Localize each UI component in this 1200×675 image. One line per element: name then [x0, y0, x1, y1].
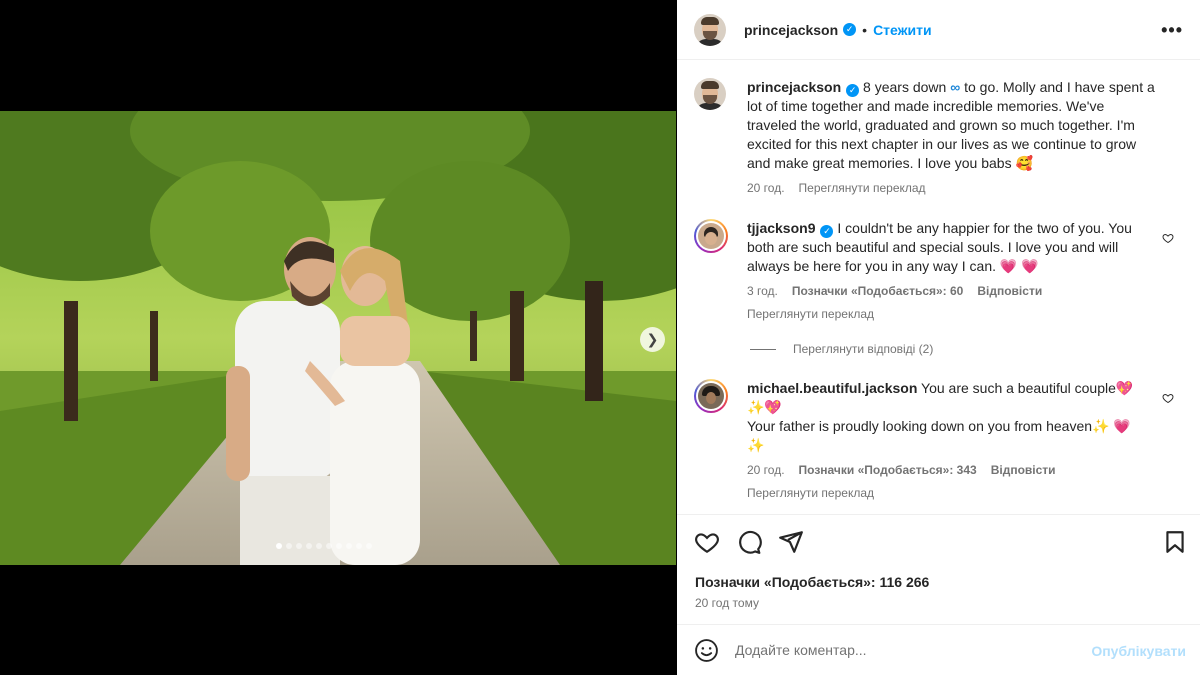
post-media: ❯ [0, 0, 676, 675]
comment-text: You are such a beautiful couple [917, 380, 1116, 396]
comment-emojis: ✨ 💗 [1092, 418, 1131, 434]
comment-avatar[interactable] [694, 379, 728, 413]
likes-count[interactable]: Позначки «Подобається»: 116 266 [695, 574, 929, 590]
caption-translate[interactable]: Переглянути переклад [799, 179, 926, 198]
bookmark-icon[interactable] [1162, 529, 1188, 555]
infinity-icon: ∞ [950, 79, 961, 95]
follow-button[interactable]: Стежити [873, 22, 932, 38]
author-username[interactable]: princejackson [744, 22, 838, 38]
caption-avatar[interactable] [694, 78, 726, 110]
comment-time[interactable]: 20 год. [747, 461, 785, 480]
view-replies-button[interactable]: Переглянути відповіді (2) [750, 342, 933, 356]
comment-emojis: ✨ [747, 437, 765, 453]
share-paper-plane-icon[interactable] [778, 529, 804, 555]
verified-badge-icon: ✓ [843, 23, 857, 36]
comment-reply-button[interactable]: Відповісти [977, 282, 1042, 301]
comment-meta: 20 год. Позначки «Подобається»: 343 Відп… [747, 461, 1157, 480]
comment-bubble-icon[interactable] [736, 529, 762, 555]
comment-meta: 3 год. Позначки «Подобається»: 60 Відпов… [747, 282, 1157, 301]
comment-emojis: 💖 [1115, 380, 1134, 396]
carousel-dot[interactable] [346, 543, 352, 549]
caption-username[interactable]: princejackson [747, 79, 841, 95]
couple-photo-illustration [0, 111, 676, 565]
view-replies-label: Переглянути відповіді (2) [793, 342, 934, 356]
carousel-next-button[interactable]: ❯ [640, 327, 665, 352]
post-sidebar: princejackson ✓ • Стежити ••• princejack… [677, 0, 1200, 675]
comment-text-2: Your father is proudly looking down on y… [747, 418, 1093, 434]
caption-meta: 20 год. Переглянути переклад [747, 179, 1157, 198]
carousel-dots [276, 543, 372, 549]
caption-emoji: 🥰 [1015, 155, 1033, 171]
replies-divider [750, 348, 776, 350]
comment-translate[interactable]: Переглянути переклад [747, 305, 1157, 324]
comment-reply-button[interactable]: Відповісти [991, 461, 1056, 480]
emoji-smile-icon[interactable] [694, 638, 719, 663]
comment-likes[interactable]: Позначки «Подобається»: 60 [792, 282, 963, 301]
carousel-dot[interactable] [306, 543, 312, 549]
comment-composer: Опублікувати [677, 624, 1200, 675]
comment-username[interactable]: tjjackson9 [747, 220, 815, 236]
action-bar: Позначки «Подобається»: 116 266 20 год т… [677, 514, 1200, 624]
carousel-dot[interactable] [356, 543, 362, 549]
heart-icon[interactable] [1162, 392, 1174, 404]
comment-input[interactable] [735, 637, 1075, 663]
publish-button[interactable]: Опублікувати [1091, 643, 1186, 659]
carousel-dot[interactable] [316, 543, 322, 549]
carousel-dot[interactable] [276, 543, 282, 549]
like-heart-icon[interactable] [694, 529, 720, 555]
separator-dot: • [862, 21, 868, 38]
caption-time[interactable]: 20 год. [747, 179, 785, 198]
comment-emojis: ✨💖 [747, 399, 782, 415]
carousel-dot[interactable] [326, 543, 332, 549]
carousel-dot[interactable] [286, 543, 292, 549]
comment-likes[interactable]: Позначки «Подобається»: 343 [799, 461, 977, 480]
comments-list: princejackson ✓ 8 years down ∞ to go. Mol… [677, 61, 1200, 513]
comment-body: michael.beautiful.jackson You are such a… [747, 379, 1157, 503]
comment-avatar[interactable] [694, 219, 728, 253]
post-photo [0, 111, 676, 565]
carousel-dot[interactable] [336, 543, 342, 549]
comment-emojis: 💗 💗 [999, 258, 1039, 274]
heart-icon[interactable] [1162, 232, 1174, 244]
verified-badge-icon: ✓ [846, 84, 860, 97]
carousel-dot[interactable] [366, 543, 372, 549]
more-horizontal-icon[interactable]: ••• [1161, 20, 1183, 41]
comment-body: tjjackson9 ✓ I couldn't be any happier fo… [747, 219, 1157, 324]
comment-time[interactable]: 3 год. [747, 282, 778, 301]
comment-username[interactable]: michael.beautiful.jackson [747, 380, 917, 396]
comment-translate[interactable]: Переглянути переклад [747, 484, 1157, 503]
author-avatar[interactable] [694, 13, 726, 46]
caption-body: princejackson ✓ 8 years down ∞ to go. Mol… [747, 78, 1157, 198]
post-time-ago[interactable]: 20 год тому [695, 596, 759, 610]
chevron-right-icon: ❯ [646, 331, 659, 347]
post-header: princejackson ✓ • Стежити ••• [677, 0, 1200, 60]
carousel-dot[interactable] [296, 543, 302, 549]
verified-badge-icon: ✓ [820, 225, 834, 238]
caption-text-a: 8 years down [863, 79, 951, 95]
